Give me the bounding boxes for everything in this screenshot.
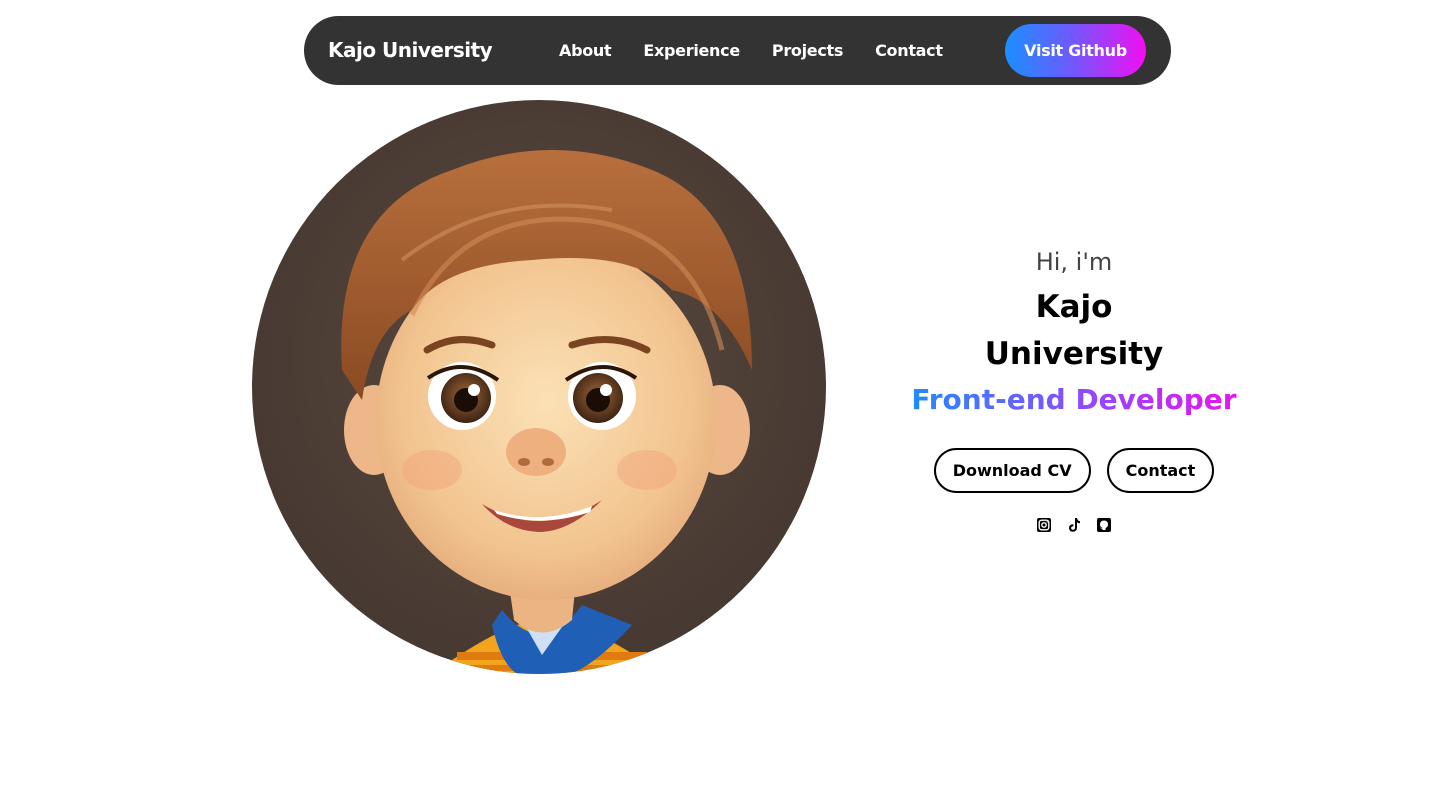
nav-link-contact[interactable]: Contact (875, 41, 943, 60)
nav-links: About Experience Projects Contact (559, 16, 943, 85)
github-icon[interactable] (1096, 517, 1112, 533)
hero-section: Hi, i'm Kajo University Front-end Develo… (900, 240, 1248, 533)
name-heading-line1: Kajo (1035, 289, 1113, 325)
download-cv-button[interactable]: Download CV (933, 448, 1091, 493)
contact-button[interactable]: Contact (1106, 448, 1215, 493)
greeting-text: Hi, i'm (1035, 248, 1113, 276)
instagram-icon[interactable] (1036, 517, 1052, 533)
tiktok-icon[interactable] (1066, 517, 1082, 533)
nav-link-projects[interactable]: Projects (772, 41, 844, 60)
hero-buttons: Download CV Contact (900, 448, 1248, 493)
navbar: Kajo University About Experience Project… (304, 16, 1171, 85)
brand-logo[interactable]: Kajo University (328, 16, 493, 85)
profile-avatar (252, 100, 826, 674)
social-links (900, 517, 1248, 533)
nav-link-about[interactable]: About (559, 41, 612, 60)
nav-link-experience[interactable]: Experience (643, 41, 740, 60)
visit-github-button[interactable]: Visit Github (1005, 24, 1146, 77)
cartoon-boy-illustration (341, 150, 752, 674)
name-heading-line2: University (984, 336, 1164, 372)
role-title: Front-end Developer (900, 378, 1248, 422)
